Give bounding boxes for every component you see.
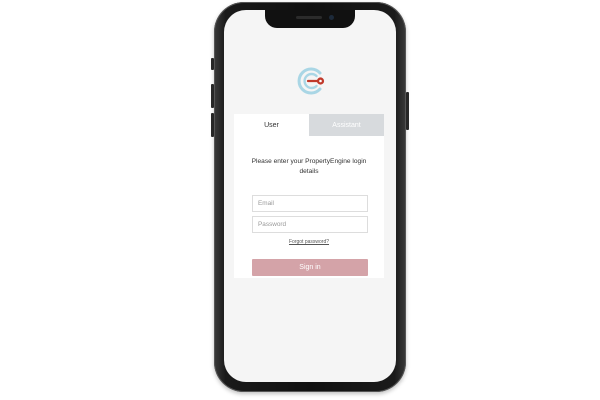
forgot-password-link[interactable]: Forgot password? xyxy=(234,239,384,245)
propertyengine-logo-icon xyxy=(297,67,325,95)
phone-screen: User Assistant Please enter your Propert… xyxy=(224,10,396,382)
tab-assistant[interactable]: Assistant xyxy=(309,114,384,136)
login-prompt: Please enter your PropertyEngine login d… xyxy=(251,158,367,175)
front-camera xyxy=(329,15,334,20)
sign-in-button[interactable]: Sign in xyxy=(252,259,368,276)
phone-notch xyxy=(265,10,355,28)
password-field[interactable]: Password xyxy=(252,216,368,233)
login-tabs: User Assistant xyxy=(234,114,384,136)
phone-power-button xyxy=(406,92,409,130)
login-card: User Assistant Please enter your Propert… xyxy=(234,114,384,278)
tab-user[interactable]: User xyxy=(234,114,309,136)
speaker-grille xyxy=(296,16,322,19)
device-mockup: User Assistant Please enter your Propert… xyxy=(0,0,600,400)
email-field[interactable]: Email xyxy=(252,195,368,212)
